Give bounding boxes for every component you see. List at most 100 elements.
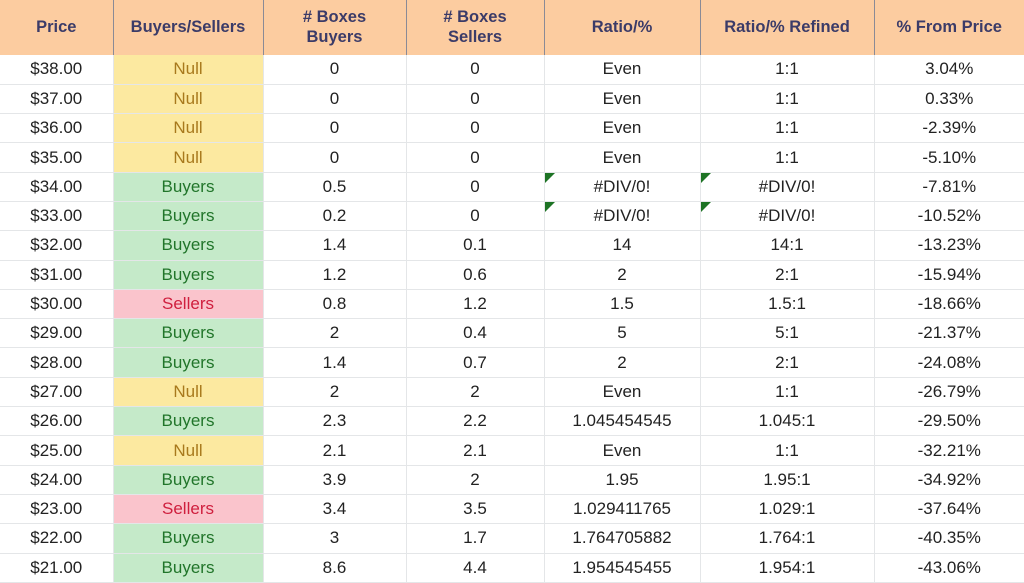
- cell-buyers-sellers[interactable]: Null: [113, 435, 264, 466]
- cell-ratio-refined[interactable]: 1:1: [700, 142, 875, 173]
- column-header-buyers-sellers[interactable]: Buyers/Sellers: [113, 0, 264, 55]
- cell-buyers-sellers[interactable]: Null: [113, 55, 264, 85]
- cell-price[interactable]: $37.00: [0, 84, 114, 115]
- cell-boxes-sellers[interactable]: 2.2: [406, 406, 545, 437]
- cell-ratio[interactable]: Even: [544, 55, 701, 85]
- cell-boxes-buyers[interactable]: 1.4: [263, 347, 407, 378]
- cell-buyers-sellers[interactable]: Buyers: [113, 260, 264, 290]
- column-header-boxes-sellers[interactable]: # Boxes Sellers: [406, 0, 545, 55]
- cell-price[interactable]: $28.00: [0, 347, 114, 378]
- cell-pct-from-price[interactable]: 3.04%: [874, 55, 1024, 85]
- cell-boxes-buyers[interactable]: 2.3: [263, 406, 407, 437]
- cell-buyers-sellers[interactable]: Sellers: [113, 494, 264, 525]
- column-header-pct-from-price[interactable]: % From Price: [874, 0, 1024, 55]
- cell-ratio-refined[interactable]: 1:1: [700, 55, 875, 85]
- cell-boxes-sellers[interactable]: 0: [406, 55, 545, 85]
- cell-ratio-refined[interactable]: 2:1: [700, 347, 875, 378]
- cell-pct-from-price[interactable]: -32.21%: [874, 435, 1024, 466]
- cell-buyers-sellers[interactable]: Buyers: [113, 318, 264, 349]
- cell-pct-from-price[interactable]: -24.08%: [874, 347, 1024, 378]
- cell-pct-from-price[interactable]: -34.92%: [874, 465, 1024, 495]
- cell-boxes-buyers[interactable]: 0.5: [263, 172, 407, 202]
- cell-ratio[interactable]: 14: [544, 230, 701, 261]
- cell-ratio-refined[interactable]: 2:1: [700, 260, 875, 290]
- cell-buyers-sellers[interactable]: Buyers: [113, 347, 264, 378]
- cell-pct-from-price[interactable]: -43.06%: [874, 553, 1024, 583]
- cell-ratio-refined[interactable]: 1.5:1: [700, 289, 875, 320]
- column-header-price[interactable]: Price: [0, 0, 114, 55]
- cell-boxes-buyers[interactable]: 3.4: [263, 494, 407, 525]
- cell-price[interactable]: $38.00: [0, 55, 114, 85]
- cell-price[interactable]: $36.00: [0, 113, 114, 144]
- cell-pct-from-price[interactable]: -5.10%: [874, 142, 1024, 173]
- cell-buyers-sellers[interactable]: Null: [113, 377, 264, 408]
- cell-buyers-sellers[interactable]: Buyers: [113, 406, 264, 437]
- cell-pct-from-price[interactable]: -15.94%: [874, 260, 1024, 290]
- cell-buyers-sellers[interactable]: Null: [113, 84, 264, 115]
- cell-boxes-sellers[interactable]: 0: [406, 201, 545, 232]
- cell-boxes-buyers[interactable]: 3: [263, 523, 407, 554]
- cell-ratio-refined[interactable]: 5:1: [700, 318, 875, 349]
- cell-pct-from-price[interactable]: 0.33%: [874, 84, 1024, 115]
- cell-ratio[interactable]: 2: [544, 260, 701, 290]
- cell-price[interactable]: $34.00: [0, 172, 114, 202]
- cell-price[interactable]: $26.00: [0, 406, 114, 437]
- cell-ratio[interactable]: 2: [544, 347, 701, 378]
- cell-boxes-buyers[interactable]: 1.2: [263, 260, 407, 290]
- cell-ratio[interactable]: 1.954545455: [544, 553, 701, 583]
- cell-price[interactable]: $31.00: [0, 260, 114, 290]
- cell-ratio[interactable]: Even: [544, 435, 701, 466]
- cell-ratio[interactable]: Even: [544, 113, 701, 144]
- cell-boxes-buyers[interactable]: 2.1: [263, 435, 407, 466]
- cell-boxes-sellers[interactable]: 1.2: [406, 289, 545, 320]
- cell-ratio-refined[interactable]: 1:1: [700, 377, 875, 408]
- cell-ratio[interactable]: 1.5: [544, 289, 701, 320]
- cell-boxes-sellers[interactable]: 2: [406, 377, 545, 408]
- cell-boxes-sellers[interactable]: 2.1: [406, 435, 545, 466]
- cell-boxes-buyers[interactable]: 0.2: [263, 201, 407, 232]
- cell-price[interactable]: $27.00: [0, 377, 114, 408]
- cell-boxes-buyers[interactable]: 0: [263, 84, 407, 115]
- cell-ratio[interactable]: 1.029411765: [544, 494, 701, 525]
- cell-boxes-sellers[interactable]: 2: [406, 465, 545, 495]
- cell-boxes-sellers[interactable]: 0.1: [406, 230, 545, 261]
- cell-ratio[interactable]: Even: [544, 377, 701, 408]
- cell-boxes-sellers[interactable]: 0.6: [406, 260, 545, 290]
- column-header-ratio[interactable]: Ratio/%: [544, 0, 701, 55]
- cell-ratio-refined[interactable]: 1.95:1: [700, 465, 875, 495]
- cell-pct-from-price[interactable]: -40.35%: [874, 523, 1024, 554]
- cell-ratio-refined[interactable]: 1:1: [700, 435, 875, 466]
- cell-buyers-sellers[interactable]: Buyers: [113, 553, 264, 583]
- cell-ratio[interactable]: 1.045454545: [544, 406, 701, 437]
- cell-pct-from-price[interactable]: -2.39%: [874, 113, 1024, 144]
- cell-price[interactable]: $24.00: [0, 465, 114, 495]
- cell-pct-from-price[interactable]: -37.64%: [874, 494, 1024, 525]
- cell-ratio-refined[interactable]: 1.045:1: [700, 406, 875, 437]
- cell-boxes-sellers[interactable]: 0.7: [406, 347, 545, 378]
- cell-boxes-sellers[interactable]: 4.4: [406, 553, 545, 583]
- column-header-boxes-buyers[interactable]: # Boxes Buyers: [263, 0, 407, 55]
- cell-boxes-buyers[interactable]: 2: [263, 377, 407, 408]
- cell-ratio-refined[interactable]: #DIV/0!: [700, 201, 875, 232]
- cell-buyers-sellers[interactable]: Buyers: [113, 230, 264, 261]
- cell-boxes-buyers[interactable]: 0: [263, 142, 407, 173]
- cell-ratio[interactable]: Even: [544, 142, 701, 173]
- cell-ratio[interactable]: 5: [544, 318, 701, 349]
- cell-ratio-refined[interactable]: 14:1: [700, 230, 875, 261]
- cell-boxes-buyers[interactable]: 2: [263, 318, 407, 349]
- cell-pct-from-price[interactable]: -13.23%: [874, 230, 1024, 261]
- cell-pct-from-price[interactable]: -21.37%: [874, 318, 1024, 349]
- cell-buyers-sellers[interactable]: Sellers: [113, 289, 264, 320]
- column-header-ratio-refined[interactable]: Ratio/% Refined: [700, 0, 875, 55]
- cell-price[interactable]: $29.00: [0, 318, 114, 349]
- cell-price[interactable]: $23.00: [0, 494, 114, 525]
- cell-pct-from-price[interactable]: -29.50%: [874, 406, 1024, 437]
- cell-boxes-buyers[interactable]: 0.8: [263, 289, 407, 320]
- cell-boxes-sellers[interactable]: 0: [406, 113, 545, 144]
- cell-buyers-sellers[interactable]: Buyers: [113, 523, 264, 554]
- cell-ratio[interactable]: 1.764705882: [544, 523, 701, 554]
- cell-price[interactable]: $21.00: [0, 553, 114, 583]
- cell-boxes-sellers[interactable]: 0: [406, 84, 545, 115]
- cell-price[interactable]: $35.00: [0, 142, 114, 173]
- cell-ratio-refined[interactable]: #DIV/0!: [700, 172, 875, 202]
